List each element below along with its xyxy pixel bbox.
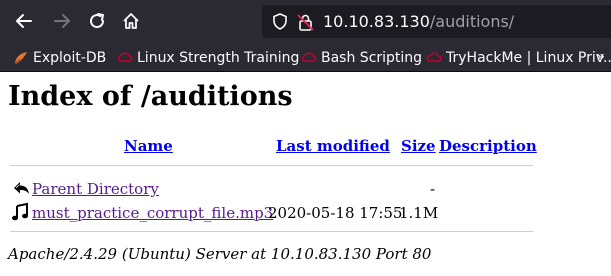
url-text[interactable]: 10.10.83.130/auditions/	[323, 12, 514, 31]
sound-icon	[12, 202, 28, 221]
page-content: Index of /auditions Name Last modified S…	[0, 73, 611, 276]
reload-button[interactable]	[85, 9, 109, 33]
bookmark-label: Linux Strength Training	[137, 50, 300, 66]
table-cell-size: -	[430, 180, 436, 198]
bookmark-tryhackme-linux-priv[interactable]: TryHackMe | Linux Priv...	[426, 48, 611, 68]
reload-icon	[90, 13, 105, 29]
bookmark-label: TryHackMe | Linux Priv...	[446, 50, 611, 66]
parent-directory-link[interactable]: Parent Directory	[32, 180, 159, 198]
bookmark-bash-scripting[interactable]: Bash Scripting	[301, 48, 422, 68]
exploit-db-icon	[15, 52, 27, 64]
table-cell-last-modified: 2020-05-18 17:55	[268, 204, 403, 222]
url-path: /auditions/	[429, 12, 515, 31]
address-bar[interactable]: 10.10.83.130/auditions/	[262, 5, 611, 38]
column-header-size[interactable]: Size	[401, 137, 436, 155]
table-bottom-divider	[10, 231, 533, 232]
file-link-mp3[interactable]: must_practice_corrupt_file.mp3	[32, 204, 273, 222]
back-button[interactable]	[12, 9, 36, 33]
server-signature: Apache/2.4.29 (Ubuntu) Server at 10.10.8…	[8, 245, 432, 263]
tryhackme-icon	[117, 52, 133, 62]
bookmark-exploit-db[interactable]: Exploit-DB	[13, 48, 106, 68]
shield-icon	[273, 13, 287, 30]
column-header-last-modified[interactable]: Last modified	[276, 137, 390, 155]
tryhackme-icon	[301, 52, 317, 62]
column-header-description[interactable]: Description	[439, 137, 537, 155]
back-arrow-icon	[16, 14, 32, 28]
table-cell-size: 1.1M	[399, 204, 439, 222]
home-button[interactable]	[119, 9, 143, 33]
back-arrow-icon	[14, 182, 29, 194]
url-host: 10.10.83.130	[323, 12, 430, 31]
column-header-name[interactable]: Name	[124, 137, 173, 155]
home-icon	[123, 13, 139, 29]
insecure-lock-icon[interactable]	[297, 13, 315, 31]
tryhackme-icon	[426, 52, 442, 62]
bookmark-label: Exploit-DB	[33, 50, 107, 66]
forward-arrow-icon	[54, 14, 70, 28]
forward-button[interactable]	[50, 9, 74, 33]
bookmark-label: Bash Scripting	[321, 50, 423, 66]
page-title: Index of /auditions	[8, 81, 293, 112]
bookmark-linux-strength-training[interactable]: Linux Strength Training	[117, 48, 299, 68]
bookmarks-toolbar: Exploit-DB Linux Strength Training Bash …	[0, 42, 611, 72]
browser-navbar: 10.10.83.130/auditions/	[0, 0, 611, 42]
bookmarks-overflow-chevron-icon[interactable]: »	[596, 49, 605, 65]
header-divider	[10, 165, 533, 166]
